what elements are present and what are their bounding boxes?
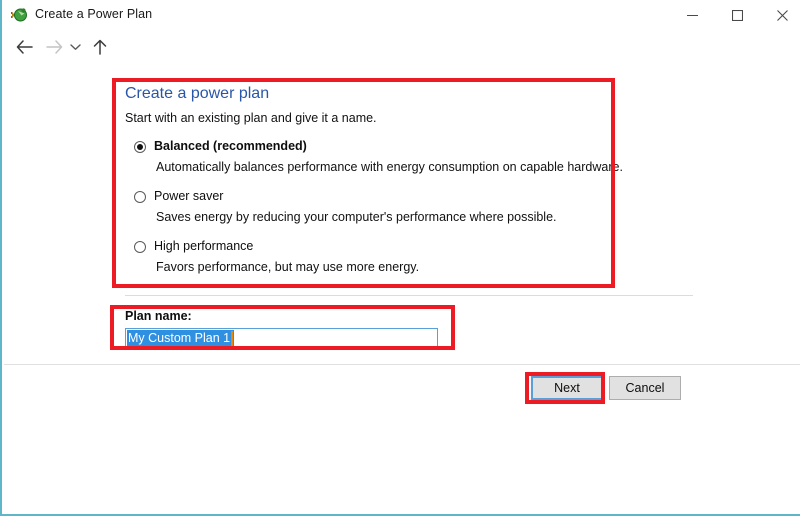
up-arrow-icon[interactable]: [88, 35, 112, 59]
maximize-button[interactable]: [715, 0, 760, 30]
control-panel-window: Create a Power Plan Search Control Panel…: [0, 0, 800, 516]
radio-option-description: Favors performance, but may use more ene…: [156, 260, 420, 274]
section-divider: [125, 295, 693, 296]
power-plan-icon: [11, 7, 28, 24]
radio-button-icon[interactable]: [134, 241, 146, 253]
chevron-down-icon[interactable]: [66, 35, 84, 59]
minimize-button[interactable]: [670, 0, 715, 30]
close-button[interactable]: [760, 0, 800, 30]
back-arrow-icon[interactable]: [12, 35, 36, 59]
plan-name-label: Plan name:: [125, 309, 192, 323]
content-area: Create a power plan Start with an existi…: [4, 63, 800, 514]
radio-option-label: Power saver: [154, 189, 224, 203]
plan-name-selection[interactable]: My Custom Plan 1: [127, 330, 235, 346]
radio-option-label: High performance: [154, 239, 254, 253]
window-title: Create a Power Plan: [35, 7, 153, 21]
navigation-bar: « Hardware and Sound › Power Options › C…: [2, 31, 800, 91]
radio-button-icon[interactable]: [134, 191, 146, 203]
radio-button-icon[interactable]: [134, 141, 146, 153]
forward-arrow-icon: [42, 35, 66, 59]
title-bar: Create a Power Plan: [2, 0, 800, 31]
radio-option-description: Saves energy by reducing your computer's…: [156, 210, 557, 224]
footer-divider: [4, 364, 800, 365]
page-title: Create a power plan: [125, 85, 270, 102]
plan-name-value: My Custom Plan 1: [128, 331, 231, 345]
text-caret: [231, 330, 234, 346]
plan-name-input[interactable]: My Custom Plan 1: [125, 328, 438, 348]
next-button[interactable]: Next: [531, 376, 603, 400]
radio-option-description: Automatically balances performance with …: [156, 160, 623, 174]
page-subtitle: Start with an existing plan and give it …: [125, 111, 377, 125]
cancel-button[interactable]: Cancel: [609, 376, 681, 400]
radio-option-label: Balanced (recommended): [154, 139, 307, 153]
